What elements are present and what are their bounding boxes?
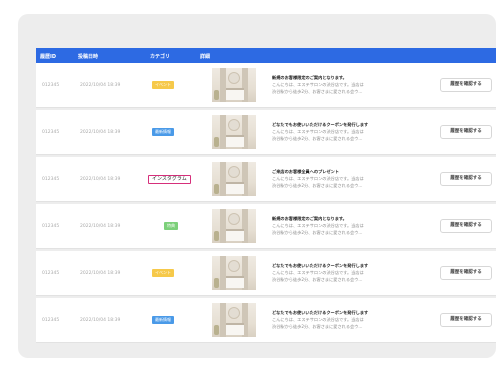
post-body-line: 渋谷駅から徒歩2分、お客さまに愛される会ウ... (272, 324, 363, 329)
room-thumbnail (212, 303, 256, 337)
category-badge: 特典 (164, 222, 178, 230)
table-row: 012345 2022/10/04 18:39 イベント どなたでもお使いいただけるク… (36, 251, 496, 296)
post-title: どなたでもお使いいただけるクーポンを発行します (272, 122, 369, 127)
post-body-line: こんにちは、エステサロンの渋谷店です。当店は (272, 129, 364, 134)
history-table: 履歴ID 投稿日時 カテゴリ 詳細 012345 2022/10/04 18:39… (36, 48, 496, 348)
post-body-line: 渋谷駅から徒歩2分、お客さまに愛される会ウ... (272, 183, 363, 188)
post-summary: 新規のお客様限定のご案内となります。こんにちは、エステサロンの渋谷店です。当店は… (272, 74, 422, 95)
row-date: 2022/10/04 18:39 (80, 224, 121, 229)
view-history-button[interactable]: 履歴を確認する (440, 172, 492, 186)
header-date: 投稿日時 (78, 54, 99, 60)
post-body-line: 渋谷駅から徒歩2分、お客さまに愛される会ウ... (272, 230, 363, 235)
table-header: 履歴ID 投稿日時 カテゴリ 詳細 (36, 48, 496, 63)
post-title: どなたでもお使いいただけるクーポンを発行します (272, 263, 369, 268)
header-detail: 詳細 (200, 54, 211, 60)
room-thumbnail (212, 162, 256, 196)
category-badge: イベント (152, 269, 174, 277)
room-thumbnail (212, 256, 256, 290)
table-row: 012345 2022/10/04 18:39 特典 新規のお客様限定のご案内となりま… (36, 204, 496, 249)
table-row: 012345 2022/10/04 18:39 最新情報 どなたでもお使いいただけるク… (36, 110, 496, 155)
post-body-line: 渋谷駅から徒歩2分、お客さまに愛される会ウ... (272, 277, 363, 282)
post-body-line: こんにちは、エステサロンの渋谷店です。当店は (272, 223, 364, 228)
row-id: 012345 (42, 83, 60, 88)
view-history-button[interactable]: 履歴を確認する (440, 266, 492, 280)
view-history-button[interactable]: 履歴を確認する (440, 78, 492, 92)
post-body-line: こんにちは、エステサロンの渋谷店です。当店は (272, 176, 364, 181)
room-thumbnail (212, 68, 256, 102)
post-summary: どなたでもお使いいただけるクーポンを発行します こんにちは、エステサロンの渋谷店で… (272, 262, 422, 283)
header-category: カテゴリ (150, 54, 171, 60)
view-history-button[interactable]: 履歴を確認する (440, 219, 492, 233)
row-id: 012345 (42, 177, 60, 182)
row-date: 2022/10/04 18:39 (80, 83, 121, 88)
row-date: 2022/10/04 18:39 (80, 271, 121, 276)
row-date: 2022/10/04 18:39 (80, 177, 121, 182)
post-title: 新規のお客様限定のご案内となります。 (272, 75, 347, 80)
category-badge: イベント (152, 81, 174, 89)
post-title: ご来店のお客様全員へのプレゼント (272, 169, 340, 174)
category-badge: インスタグラム (148, 175, 191, 184)
post-summary: どなたでもお使いいただけるクーポンを発行します こんにちは、エステサロンの渋谷店で… (272, 121, 422, 142)
post-summary: 新規のお客様限定のご案内となります。こんにちは、エステサロンの渋谷店です。当店は… (272, 215, 422, 236)
post-body-line: 渋谷駅から徒歩2分、お客さまに愛される会ウ... (272, 89, 363, 94)
row-id: 012345 (42, 130, 60, 135)
row-date: 2022/10/04 18:39 (80, 318, 121, 323)
post-body-line: こんにちは、エステサロンの渋谷店です。当店は (272, 82, 364, 87)
table-row: 012345 2022/10/04 18:39 最新情報 どなたでもお使いいただけるク… (36, 298, 496, 343)
category-badge: 最新情報 (152, 128, 174, 136)
row-id: 012345 (42, 271, 60, 276)
post-summary: どなたでもお使いいただけるクーポンを発行します こんにちは、エステサロンの渋谷店で… (272, 309, 422, 330)
view-history-button[interactable]: 履歴を確認する (440, 313, 492, 327)
post-body-line: こんにちは、エステサロンの渋谷店です。当店は (272, 317, 364, 322)
header-id: 履歴ID (40, 54, 57, 60)
room-thumbnail (212, 115, 256, 149)
post-body-line: 渋谷駅から徒歩2分、お客さまに愛される会ウ... (272, 136, 363, 141)
post-title: 新規のお客様限定のご案内となります。 (272, 216, 347, 221)
post-title: どなたでもお使いいただけるクーポンを発行します (272, 310, 369, 315)
view-history-button[interactable]: 履歴を確認する (440, 125, 492, 139)
category-badge: 最新情報 (152, 316, 174, 324)
post-summary: ご来店のお客様全員へのプレゼントこんにちは、エステサロンの渋谷店です。当店は 渋谷… (272, 168, 422, 189)
post-body-line: こんにちは、エステサロンの渋谷店です。当店は (272, 270, 364, 275)
row-id: 012345 (42, 224, 60, 229)
row-date: 2022/10/04 18:39 (80, 130, 121, 135)
room-thumbnail (212, 209, 256, 243)
row-id: 012345 (42, 318, 60, 323)
table-row: 012345 2022/10/04 18:39 インスタグラム ご来店のお客様全員への… (36, 157, 496, 202)
table-row: 012345 2022/10/04 18:39 イベント 新規のお客様限定のご案内とな… (36, 63, 496, 108)
